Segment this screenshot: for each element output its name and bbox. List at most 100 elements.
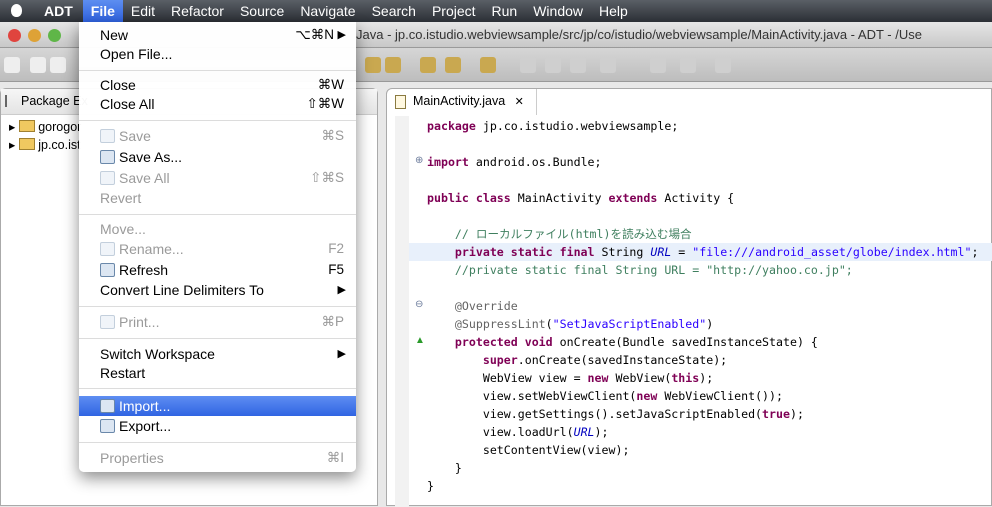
toolbar-button[interactable] [420, 57, 436, 73]
toolbar-button[interactable] [650, 57, 666, 73]
code-line: super.onCreate(savedInstanceState); [427, 351, 727, 369]
fold-collapse-icon[interactable]: ⊖ [415, 299, 423, 310]
tree-item-label: gorogor [38, 120, 82, 134]
code-token: this [671, 371, 700, 385]
toolbar-button[interactable] [520, 57, 536, 73]
toolbar-button[interactable] [600, 57, 616, 73]
menu-item-convert-line-delimiters-to[interactable]: Convert Line Delimiters To ▶ [79, 280, 356, 300]
fold-expand-icon[interactable]: ⊕ [415, 155, 423, 166]
menu-item-import[interactable]: Import... [79, 396, 356, 416]
save-icon [100, 129, 115, 143]
menu-item-label: Open File... [100, 46, 173, 62]
code-token: "SetJavaScriptEnabled" [552, 317, 707, 331]
code-token: @SuppressLint [454, 317, 546, 331]
menu-item-label: Close All [100, 96, 155, 112]
code-line: view.setWebViewClient(new WebViewClient(… [427, 387, 783, 405]
menu-window[interactable]: Window [525, 0, 591, 22]
menu-run[interactable]: Run [484, 0, 526, 22]
menu-item-save-all[interactable]: Save All ⇧⌘S [79, 168, 356, 188]
import-icon [100, 399, 115, 413]
menu-item-properties[interactable]: Properties ⌘I [79, 448, 356, 468]
code-line: @Override [427, 297, 518, 315]
menu-item-shortcut: ⇧⌘W [306, 96, 344, 111]
menu-navigate[interactable]: Navigate [292, 0, 363, 22]
apple-icon[interactable] [0, 0, 32, 22]
code-line: //private static final String URL = "htt… [427, 261, 853, 279]
menu-item-save[interactable]: Save ⌘S [79, 126, 356, 146]
code-token: } [427, 479, 434, 493]
tree-item[interactable]: ▸ jp.co.ist [9, 137, 81, 152]
close-window-button[interactable] [8, 29, 21, 42]
minimize-window-button[interactable] [28, 29, 41, 42]
menu-item-export[interactable]: Export... [79, 416, 356, 436]
tree-item[interactable]: ▸ gorogor [9, 119, 81, 134]
menu-item-save-as[interactable]: Save As... [79, 147, 356, 167]
code-token: private static final [454, 245, 595, 259]
code-token: true [762, 407, 790, 421]
toolbar-button[interactable] [30, 57, 46, 73]
menu-file[interactable]: File [82, 0, 123, 22]
code-token: //private static final String URL = "htt… [454, 263, 853, 277]
toolbar-button[interactable] [480, 57, 496, 73]
menu-item-revert[interactable]: Revert [79, 188, 356, 208]
code-token: WebView view = [427, 371, 588, 385]
toolbar-button[interactable] [385, 57, 401, 73]
code-token: view.getSettings().setJavaScriptEnabled( [427, 407, 763, 421]
toolbar-button[interactable] [4, 57, 20, 73]
submenu-arrow-icon: ▶ [337, 284, 346, 296]
menu-item-label: Close [100, 77, 136, 93]
menu-separator [79, 214, 356, 215]
code-token: // ローカルファイル(html)を読み込む場合 [454, 227, 692, 241]
menu-item-label: Import... [119, 398, 171, 414]
window-title: Java - jp.co.istudio.webviewsample/src/j… [356, 27, 922, 42]
code-token: view.loadUrl( [427, 425, 574, 439]
toolbar-button[interactable] [680, 57, 696, 73]
toolbar-button[interactable] [545, 57, 561, 73]
menu-item-new[interactable]: New ⌥⌘N ▶ [79, 25, 356, 45]
toolbar-button[interactable] [50, 57, 66, 73]
code-token: "file:///android_asset/globe/index.html" [692, 245, 972, 259]
menu-item-shortcut: ⌘P [321, 314, 344, 329]
code-token: WebViewClient()); [657, 389, 783, 403]
toolbar-button[interactable] [715, 57, 731, 73]
code-token: } [427, 461, 462, 475]
close-tab-icon[interactable]: ✕ [515, 96, 524, 108]
menu-adt[interactable]: ADT [32, 0, 83, 22]
menu-separator [79, 70, 356, 71]
menu-item-close-all[interactable]: Close All ⇧⌘W [79, 94, 356, 114]
menu-item-move[interactable]: Move... [79, 219, 356, 239]
rename-icon [100, 242, 115, 256]
toolbar-button[interactable] [445, 57, 461, 73]
menu-item-close[interactable]: Close ⌘W [79, 75, 356, 95]
menu-search[interactable]: Search [364, 0, 424, 22]
editor-tab[interactable]: MainActivity.java ✕ [387, 89, 537, 115]
code-line: import android.os.Bundle; [427, 153, 602, 171]
menu-edit[interactable]: Edit [123, 0, 163, 22]
menu-item-refresh[interactable]: Refresh F5 [79, 260, 356, 280]
toolbar-button[interactable] [365, 57, 381, 73]
menu-refactor[interactable]: Refactor [163, 0, 232, 22]
override-marker-icon[interactable]: ▲ [415, 335, 425, 346]
menu-item-label: Properties [100, 450, 164, 466]
menu-source[interactable]: Source [232, 0, 292, 22]
zoom-window-button[interactable] [48, 29, 61, 42]
menu-item-rename[interactable]: Rename... F2 [79, 239, 356, 259]
menu-separator [79, 388, 356, 389]
menu-item-restart[interactable]: Restart [79, 363, 356, 383]
project-icon [18, 120, 35, 132]
menu-item-shortcut: ⌘W [317, 77, 344, 92]
menu-item-open-file[interactable]: Open File... [79, 44, 356, 64]
menu-item-label: Refresh [119, 262, 169, 278]
refresh-icon [100, 263, 115, 277]
editor-gutter [395, 116, 409, 507]
menu-item-switch-workspace[interactable]: Switch Workspace ▶ [79, 344, 356, 364]
menu-item-print[interactable]: Print... ⌘P [79, 312, 356, 332]
editor-panel: MainActivity.java ✕ package jp.co.istudio… [386, 88, 992, 507]
menu-help[interactable]: Help [591, 0, 636, 22]
code-token: package [427, 119, 476, 133]
menu-project[interactable]: Project [424, 0, 484, 22]
code-line: private static final String URL = "file:… [427, 243, 979, 261]
menu-bar: ADT File Edit Refactor Source Navigate Search P… [0, 0, 992, 22]
toolbar-button[interactable] [570, 57, 586, 73]
